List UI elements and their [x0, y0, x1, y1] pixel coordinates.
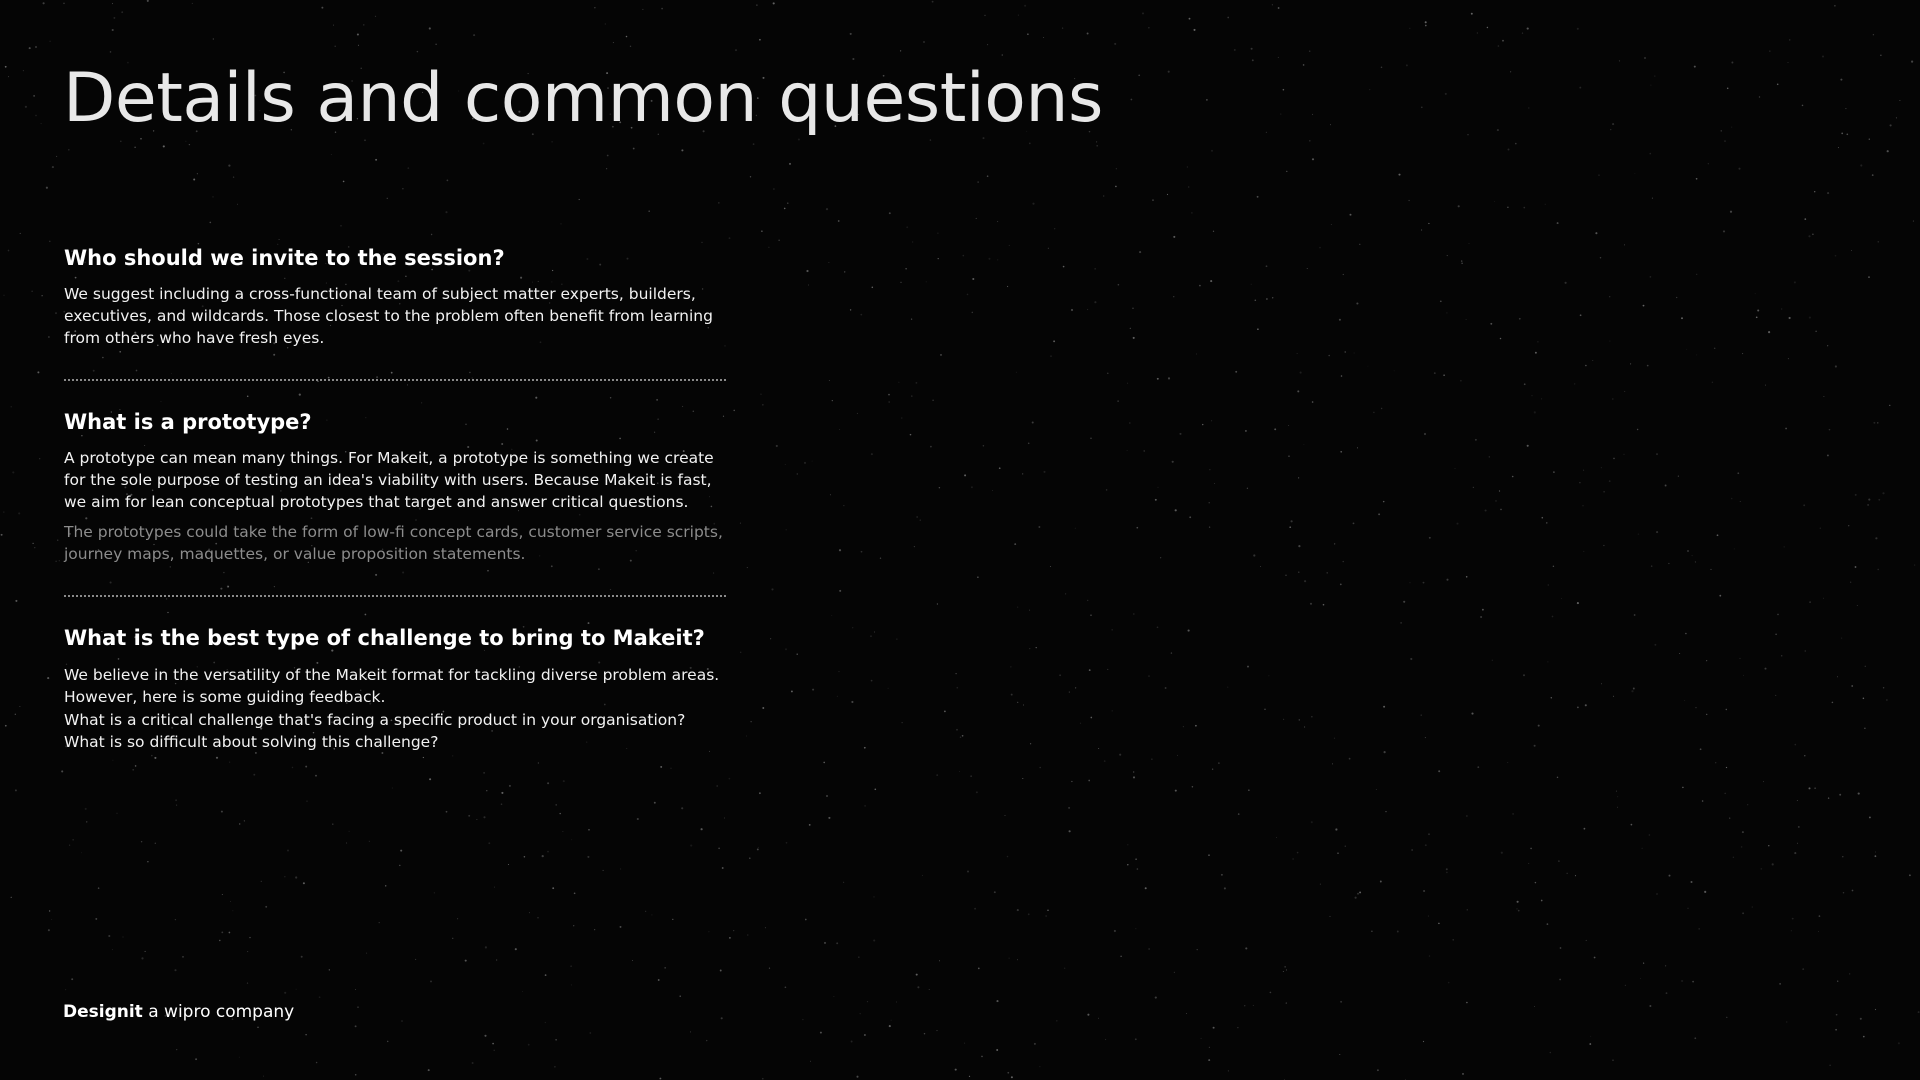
faq-answer-note: The prototypes could take the form of lo… [64, 523, 723, 564]
faq-answer: We suggest including a cross-functional … [64, 285, 713, 348]
faq-guiding-questions: What is a critical challenge that's faci… [64, 710, 686, 751]
faq-item-who-to-invite: Who should we invite to the session? We … [64, 246, 726, 379]
faq-answer: A prototype can mean many things. For Ma… [64, 449, 714, 512]
page-title: Details and common questions [63, 59, 1103, 138]
faq-item-prototype: What is a prototype? A prototype can mea… [64, 379, 726, 595]
faq-question: What is the best type of challenge to br… [64, 626, 705, 651]
faq-question: Who should we invite to the session? [64, 246, 505, 270]
faq-list: Who should we invite to the session? We … [64, 246, 726, 783]
brand-tagline: a wipro company [148, 1002, 295, 1022]
faq-question: What is a prototype? [64, 410, 312, 435]
footer-logo: Designit a wipro company [63, 1002, 294, 1022]
faq-answer: We believe in the versatility of the Mak… [64, 665, 720, 706]
faq-item-challenge-type: What is the best type of challenge to br… [64, 595, 726, 782]
brand-name: Designit [63, 1002, 143, 1022]
page: Details and common questions Who should … [0, 0, 1920, 1080]
